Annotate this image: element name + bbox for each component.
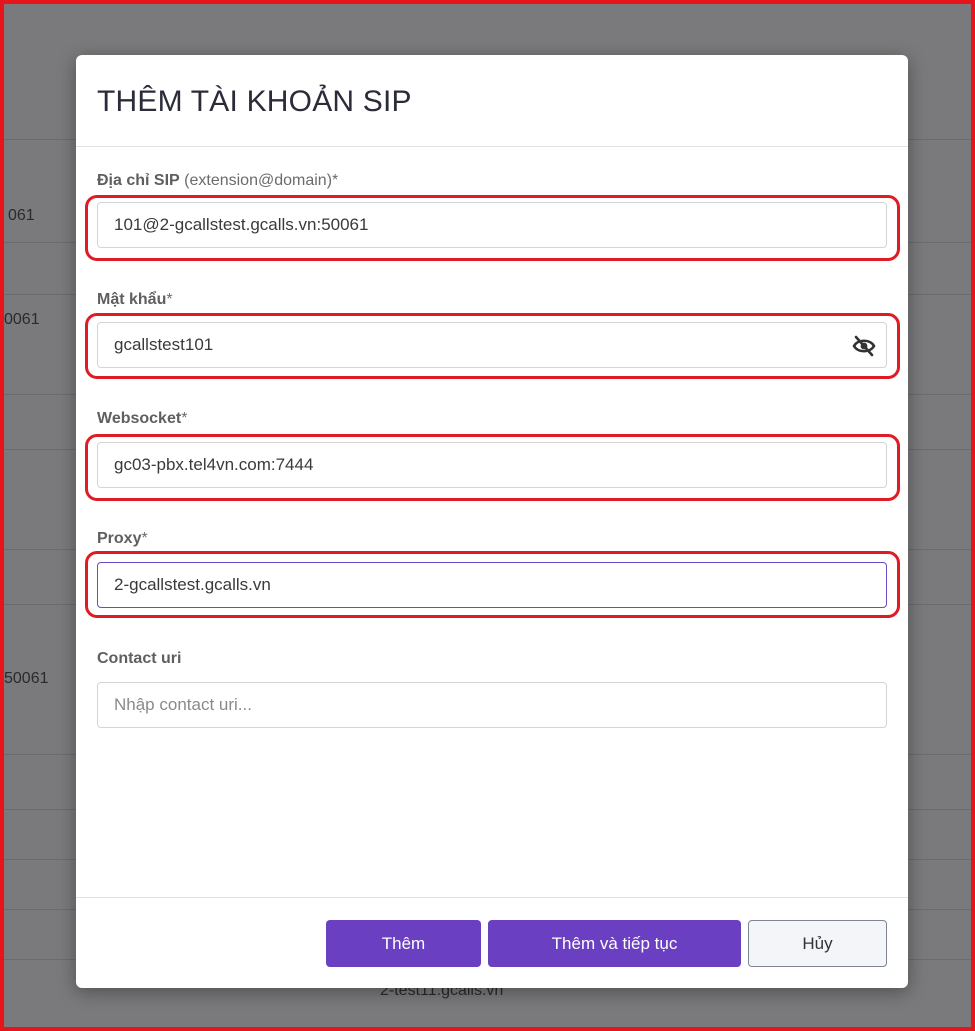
contact-uri-placeholder: Nhập contact uri... (114, 695, 252, 714)
add-button[interactable]: Thêm (326, 920, 481, 967)
proxy-label: Proxy* (97, 530, 148, 548)
screenshot-frame: 061 0061 50061 2-test11.gcalls.vn THÊM T… (0, 0, 975, 1031)
bg-cell-text: 0061 (4, 311, 40, 328)
dialog-footer: Thêm Thêm và tiếp tục Hủy (76, 897, 908, 988)
required-mark: * (166, 291, 173, 308)
bg-cell-text: 061 (8, 207, 35, 224)
highlight-proxy (85, 551, 900, 618)
sip-address-label-text: Địa chỉ SIP (97, 172, 180, 189)
highlight-websocket (85, 434, 900, 501)
highlight-sip-address (85, 195, 900, 261)
sip-address-hint: (extension@domain)* (184, 172, 339, 189)
websocket-label: Websocket* (97, 410, 187, 428)
add-sip-account-dialog: THÊM TÀI KHOẢN SIP Địa chỉ SIP (extensio… (76, 55, 908, 988)
required-mark: * (181, 410, 188, 427)
cancel-button[interactable]: Hủy (748, 920, 887, 967)
contact-uri-label-text: Contact uri (97, 650, 182, 667)
dialog-title: THÊM TÀI KHOẢN SIP (97, 85, 412, 118)
sip-address-label: Địa chỉ SIP (extension@domain)* (97, 172, 338, 190)
contact-uri-input[interactable]: Nhập contact uri... (97, 682, 887, 728)
password-label: Mật khẩu* (97, 291, 173, 309)
websocket-label-text: Websocket (97, 410, 182, 427)
contact-uri-label: Contact uri (97, 650, 181, 668)
bg-cell-text: 50061 (4, 670, 49, 687)
dialog-header: THÊM TÀI KHOẢN SIP (76, 55, 908, 147)
add-and-continue-button[interactable]: Thêm và tiếp tục (488, 920, 741, 967)
required-mark: * (141, 530, 148, 547)
proxy-label-text: Proxy (97, 530, 142, 547)
highlight-password (85, 313, 900, 379)
password-label-text: Mật khẩu (97, 291, 167, 308)
